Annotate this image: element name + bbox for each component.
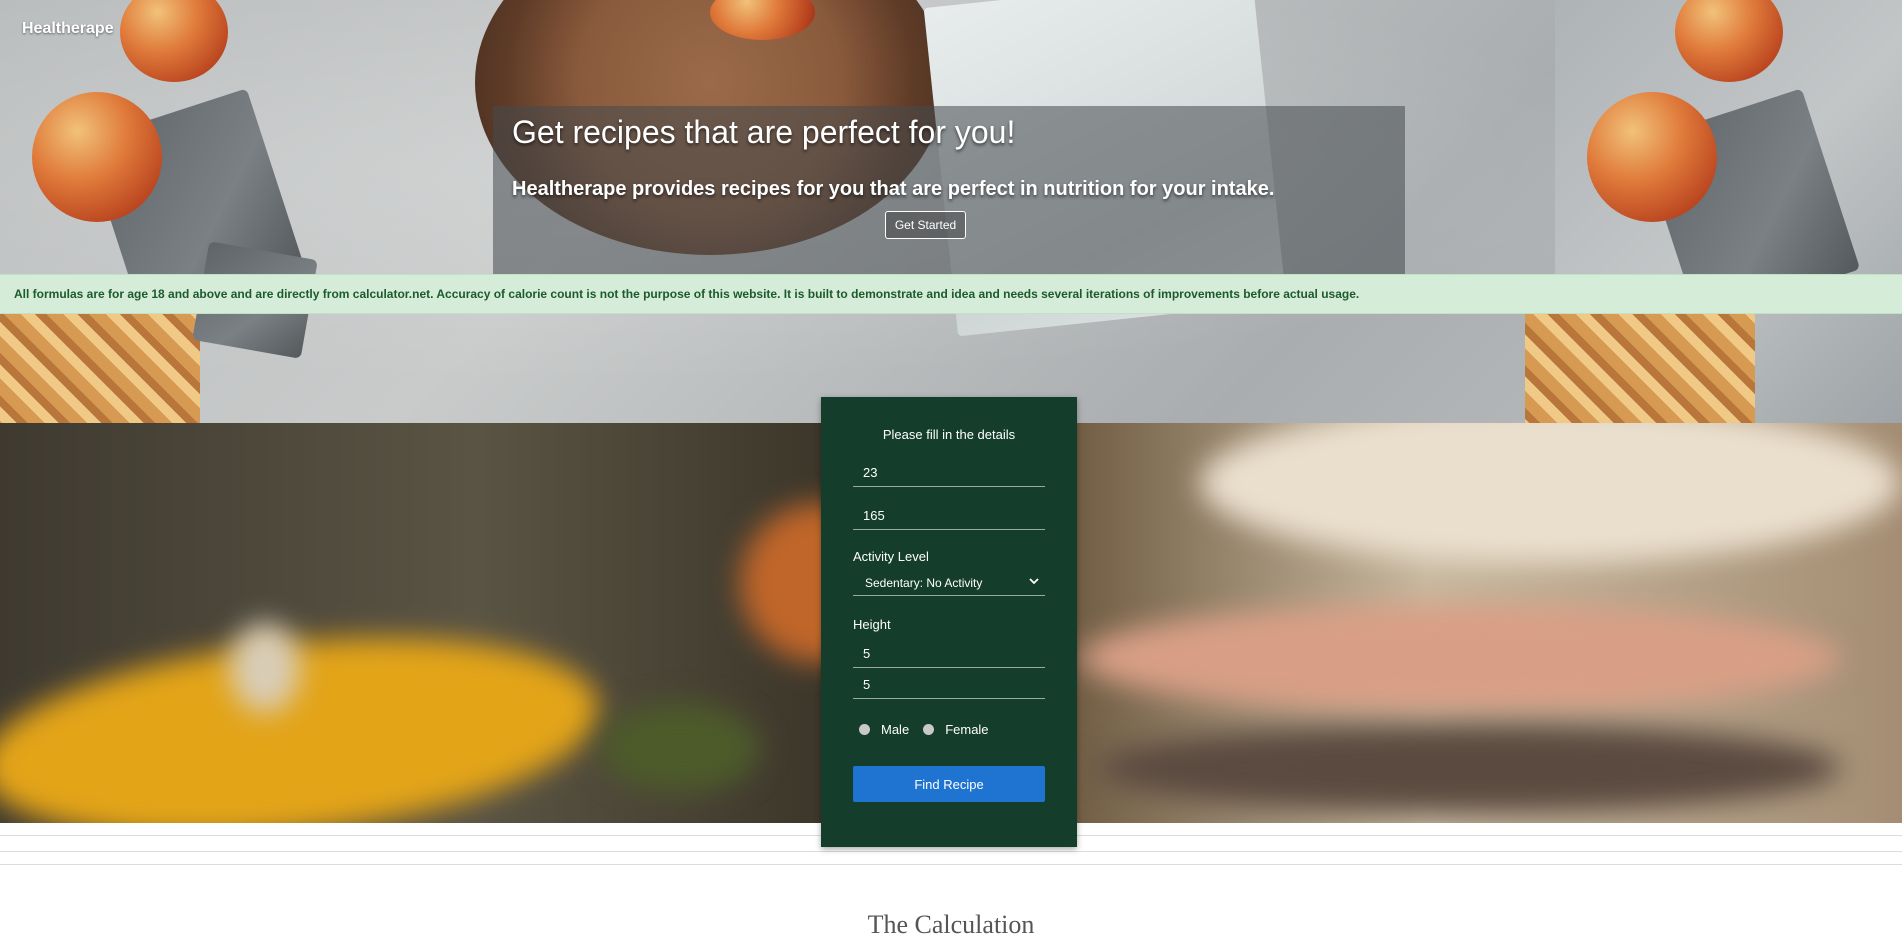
age-input[interactable] (853, 459, 1045, 487)
find-recipe-button[interactable]: Find Recipe (853, 766, 1045, 802)
activity-level-select[interactable]: Sedentary: No Activity (853, 570, 1045, 596)
apple-decoration (1587, 92, 1717, 222)
form-title: Please fill in the details (882, 427, 1016, 442)
apple-decoration (120, 0, 228, 82)
gender-radio-group: Male Female (853, 719, 997, 739)
radio-female[interactable] (923, 723, 935, 735)
details-form: Please fill in the details Activity Leve… (821, 397, 1077, 847)
disclaimer-banner: All formulas are for age 18 and above an… (0, 274, 1902, 314)
radio-female-label[interactable]: Female (945, 722, 988, 737)
height-label: Height (853, 617, 891, 632)
apple-decoration (1675, 0, 1783, 82)
get-started-button[interactable]: Get Started (885, 211, 966, 239)
bacon-decoration (1100, 723, 1840, 813)
bacon-decoration (1080, 603, 1840, 713)
hero-background-tile (1525, 0, 1902, 423)
activity-level-value: Sedentary: No Activity (865, 575, 983, 590)
pie-decoration (0, 300, 200, 423)
activity-level-label: Activity Level (853, 549, 929, 564)
disclaimer-text: All formulas are for age 18 and above an… (14, 287, 1360, 301)
height-inches-input[interactable] (853, 671, 1045, 699)
weight-input[interactable] (853, 502, 1045, 530)
brand-logo[interactable]: Healtherape (22, 20, 114, 38)
height-feet-input[interactable] (853, 640, 1045, 668)
bottle-cap-decoration (230, 623, 300, 713)
hero-subtitle: Healtherape provides recipes for you tha… (512, 178, 1275, 200)
radio-male[interactable] (859, 723, 870, 735)
radio-male-label[interactable]: Male (881, 722, 909, 737)
divider-line (0, 851, 1902, 852)
apple-decoration (32, 92, 162, 222)
chevron-down-icon (1029, 578, 1039, 585)
greens-decoration (600, 703, 760, 793)
divider-line (0, 864, 1902, 865)
juice-bottle-decoration (0, 611, 609, 823)
calculation-heading: The Calculation (867, 910, 1035, 934)
crate-decoration (1200, 423, 1900, 563)
hero-title: Get recipes that are perfect for you! (512, 114, 1016, 150)
pie-decoration (1525, 300, 1755, 423)
